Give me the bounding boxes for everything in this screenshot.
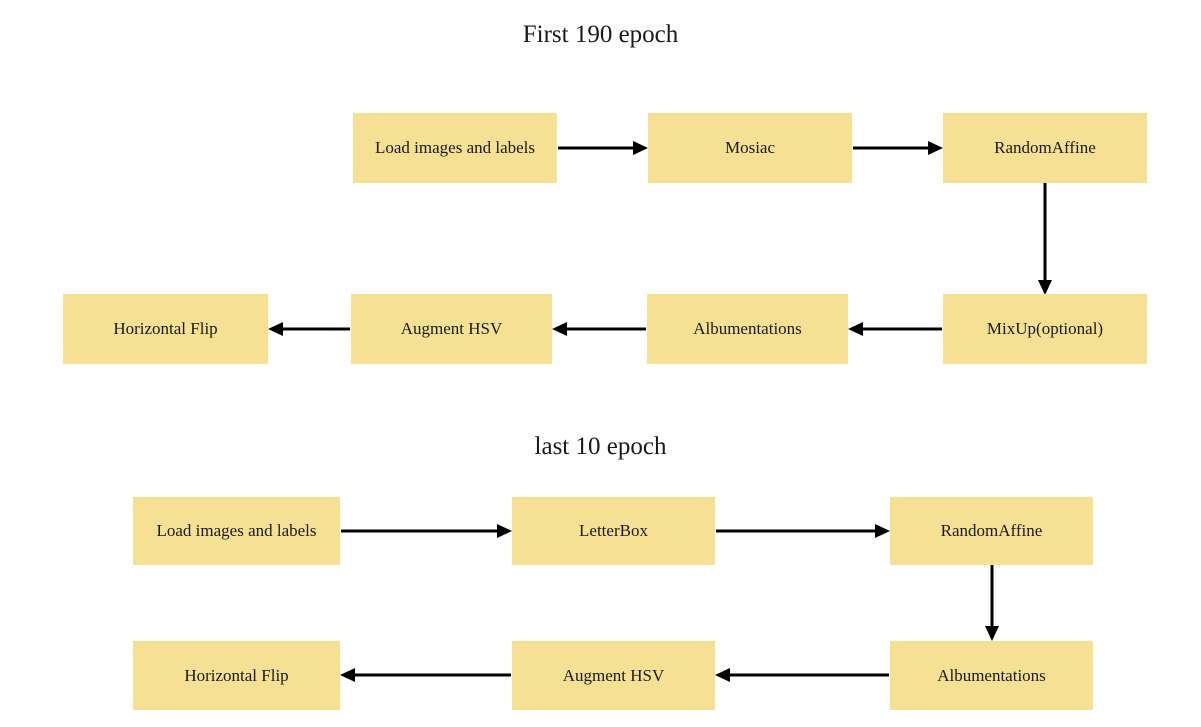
node-augment-hsv-bottom[interactable]: Augment HSV xyxy=(512,641,715,710)
node-load-images-and-labels-top[interactable]: Load images and labels xyxy=(353,113,557,183)
node-label: Load images and labels xyxy=(156,521,317,540)
edge-mosiac-to-randomaffine xyxy=(852,113,943,183)
edge-randomaffine-to-albumentations xyxy=(977,565,1007,641)
node-label: RandomAffine xyxy=(994,138,1096,157)
node-label: Augment HSV xyxy=(400,319,503,338)
node-label: Horizontal Flip xyxy=(113,319,218,338)
node-label: MixUp(optional) xyxy=(986,319,1104,338)
section-title-first-190-epoch: First 190 epoch xyxy=(522,21,679,48)
node-albumentations-top[interactable]: Albumentations xyxy=(647,294,848,364)
edge-augmenthsv-to-horizontalflip-bottom xyxy=(340,641,512,710)
node-mosiac[interactable]: Mosiac xyxy=(648,113,852,183)
node-label: Albumentations xyxy=(693,319,802,338)
node-random-affine-top[interactable]: RandomAffine xyxy=(943,113,1147,183)
node-label: Albumentations xyxy=(937,665,1046,685)
node-label: Horizontal Flip xyxy=(184,665,289,685)
edge-albumentations-to-augmenthsv xyxy=(552,294,647,364)
edge-load-to-mosiac xyxy=(557,113,648,183)
node-label: Augment HSV xyxy=(562,665,665,685)
node-random-affine-bottom[interactable]: RandomAffine xyxy=(890,497,1093,565)
node-load-images-and-labels-bottom[interactable]: Load images and labels xyxy=(133,497,340,565)
node-label: LetterBox xyxy=(579,521,648,540)
node-mixup-optional[interactable]: MixUp(optional) xyxy=(943,294,1147,364)
node-horizontal-flip-bottom[interactable]: Horizontal Flip xyxy=(133,641,340,710)
edge-albumentations-to-augmenthsv-bottom xyxy=(715,641,890,710)
node-label: Mosiac xyxy=(724,138,776,157)
edge-mixup-to-albumentations xyxy=(848,294,943,364)
edge-load-to-letterbox xyxy=(340,497,512,565)
node-letterbox[interactable]: LetterBox xyxy=(512,497,715,565)
node-label: Load images and labels xyxy=(374,138,536,157)
edge-letterbox-to-randomaffine xyxy=(715,497,890,565)
diagram-canvas: First 190 epoch Load images and labels M… xyxy=(0,0,1201,727)
node-label: RandomAffine xyxy=(940,521,1043,540)
edge-augmenthsv-to-horizontalflip xyxy=(268,294,351,364)
section-title-last-10-epoch: last 10 epoch xyxy=(534,433,667,460)
node-horizontal-flip-top[interactable]: Horizontal Flip xyxy=(63,294,268,364)
node-albumentations-bottom[interactable]: Albumentations xyxy=(890,641,1093,710)
edge-randomaffine-to-mixup xyxy=(1030,183,1060,295)
node-augment-hsv-top[interactable]: Augment HSV xyxy=(351,294,552,364)
